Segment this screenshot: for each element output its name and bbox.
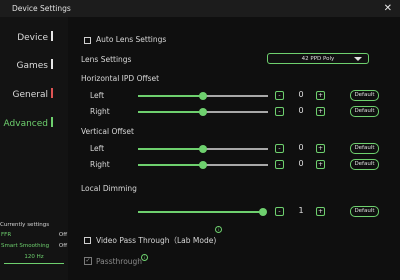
chevron-down-icon: [354, 57, 362, 61]
slider-thumb[interactable]: [199, 108, 207, 116]
sidebar-item-label: Advanced: [3, 119, 48, 129]
window-title: Device Settings: [12, 4, 71, 13]
slider-fill: [138, 111, 203, 113]
ipd-right-increase-button[interactable]: +: [316, 107, 325, 116]
advanced-panel: Auto Lens Settings Lens Settings 42 PPD …: [68, 17, 400, 280]
dimming-default-button[interactable]: Default: [350, 206, 379, 217]
vertical-left-default-button[interactable]: Default: [350, 143, 379, 154]
nav-indicator: [51, 59, 53, 69]
sidebar-item-advanced[interactable]: Advanced: [4, 117, 53, 129]
vertical-right-value: 0: [298, 159, 304, 168]
vertical-right-default-button[interactable]: Default: [350, 159, 379, 170]
ipd-left-default-button[interactable]: Default: [350, 90, 379, 101]
sidebar-item-label: Games: [16, 61, 48, 71]
current-setting-key: Smart Smoothing: [1, 243, 50, 249]
info-icon[interactable]: i: [141, 254, 148, 261]
vertical-right-slider[interactable]: [138, 161, 268, 169]
sidebar-item-general[interactable]: General: [13, 88, 53, 100]
ipd-right-default-button[interactable]: Default: [350, 106, 379, 117]
title-bar: Device Settings ✕: [0, 0, 400, 17]
nav-indicator: [51, 88, 53, 98]
slider-thumb[interactable]: [199, 145, 207, 153]
slider-fill: [138, 211, 263, 213]
vertical-left-slider[interactable]: [138, 145, 268, 153]
lens-select[interactable]: 42 PPD Poly: [267, 53, 369, 64]
ipd-right-decrease-button[interactable]: -: [275, 107, 284, 116]
sidebar-item-games[interactable]: Games: [17, 59, 53, 71]
slider-thumb[interactable]: [199, 92, 207, 100]
passthrough-label: Passthrough: [96, 257, 143, 266]
auto-lens-label: Auto Lens Settings: [96, 35, 167, 44]
current-setting-value: Off: [58, 243, 67, 249]
slider-fill: [138, 164, 203, 166]
vertical-right-decrease-button[interactable]: -: [275, 160, 284, 169]
close-icon[interactable]: ✕: [384, 3, 392, 14]
vertical-left-increase-button[interactable]: +: [316, 144, 325, 153]
vertical-left-decrease-button[interactable]: -: [275, 144, 284, 153]
ipd-right-value: 0: [298, 106, 304, 115]
refresh-underline: [4, 263, 64, 264]
current-setting-smoothing: Smart Smoothing Off: [1, 243, 67, 249]
sidebar-item-device[interactable]: Device: [17, 31, 53, 43]
slider-thumb[interactable]: [259, 208, 267, 216]
sidebar-item-label: Device: [17, 33, 48, 43]
lens-select-value: 42 PPD Poly: [301, 55, 335, 62]
dimming-section-title: Local Dimming: [81, 184, 137, 193]
current-settings-title: Currently settings: [0, 222, 50, 228]
ipd-left-increase-button[interactable]: +: [316, 91, 325, 100]
sidebar: Device Games General Advanced Currently …: [0, 17, 68, 280]
dimming-increase-button[interactable]: +: [316, 207, 325, 216]
slider-thumb[interactable]: [199, 161, 207, 169]
vertical-left-label: Left: [90, 144, 105, 153]
current-setting-value: Off: [58, 232, 67, 238]
lens-settings-label: Lens Settings: [81, 55, 132, 64]
ipd-section-title: Horizontal IPD Offset: [81, 74, 160, 83]
dimming-slider[interactable]: [138, 208, 267, 216]
passthrough-checkbox[interactable]: ✓: [84, 257, 92, 265]
vertical-left-value: 0: [298, 143, 304, 152]
auto-lens-checkbox[interactable]: [84, 37, 91, 44]
nav-indicator: [51, 117, 53, 127]
current-setting-key: FFR: [1, 232, 12, 238]
dimming-value: 1: [298, 206, 304, 215]
dimming-decrease-button[interactable]: -: [275, 207, 284, 216]
vertical-right-label: Right: [90, 160, 110, 169]
video-passthrough-checkbox[interactable]: [84, 237, 91, 244]
ipd-right-slider[interactable]: [138, 108, 268, 116]
info-icon[interactable]: i: [215, 226, 222, 233]
nav-indicator: [51, 31, 53, 41]
current-setting-ffr: FFR Off: [1, 232, 67, 238]
refresh-rate: 120 Hz: [24, 254, 44, 260]
vertical-right-increase-button[interactable]: +: [316, 160, 325, 169]
ipd-left-decrease-button[interactable]: -: [275, 91, 284, 100]
slider-fill: [138, 95, 203, 97]
sidebar-item-label: General: [12, 90, 48, 100]
vertical-section-title: Vertical Offset: [81, 127, 134, 136]
ipd-right-label: Right: [90, 107, 110, 116]
slider-fill: [138, 148, 203, 150]
ipd-left-value: 0: [298, 90, 304, 99]
ipd-left-label: Left: [90, 91, 105, 100]
ipd-left-slider[interactable]: [138, 92, 268, 100]
video-passthrough-label: Video Pass Through（Lab Mode): [96, 236, 217, 245]
